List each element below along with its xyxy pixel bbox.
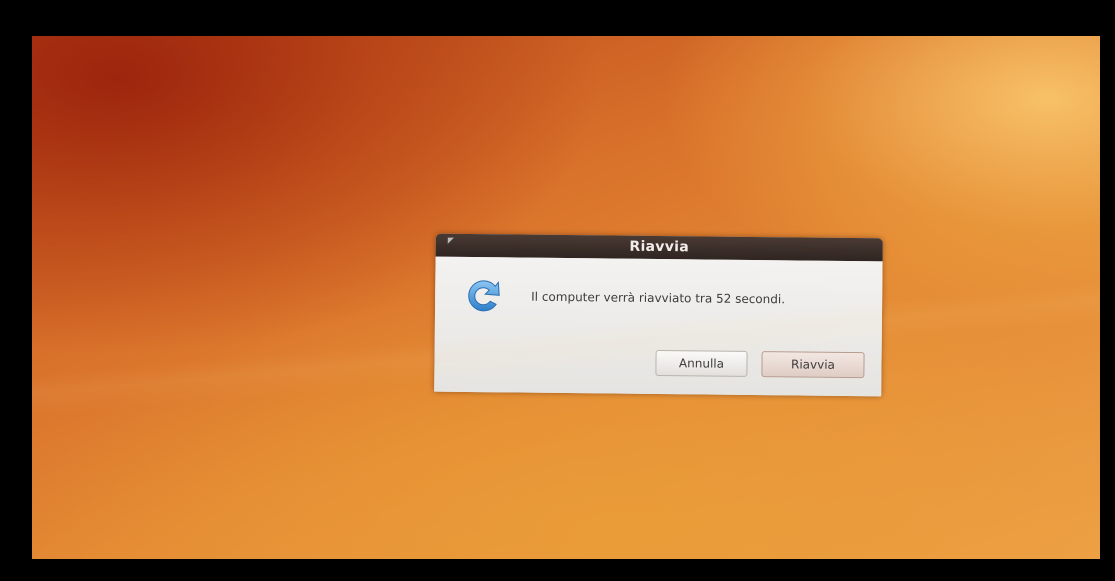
- restart-icon: [468, 280, 500, 312]
- desktop-wallpaper: ◤ Riavvia Il computer verrà riavviato tr…: [32, 36, 1100, 559]
- dialog-title: Riavvia: [629, 238, 690, 256]
- window-menu-icon[interactable]: ◤: [448, 236, 456, 245]
- dialog-message: Il computer verrà riavviato tra 52 secon…: [531, 289, 786, 307]
- dialog-body: Il computer verrà riavviato tra 52 secon…: [434, 256, 883, 397]
- cancel-button[interactable]: Annulla: [655, 349, 748, 377]
- restart-dialog: ◤ Riavvia Il computer verrà riavviato tr…: [434, 233, 883, 397]
- photo-frame: ◤ Riavvia Il computer verrà riavviato tr…: [0, 0, 1115, 581]
- dialog-titlebar[interactable]: ◤ Riavvia: [435, 233, 883, 262]
- restart-button[interactable]: Riavvia: [761, 351, 865, 379]
